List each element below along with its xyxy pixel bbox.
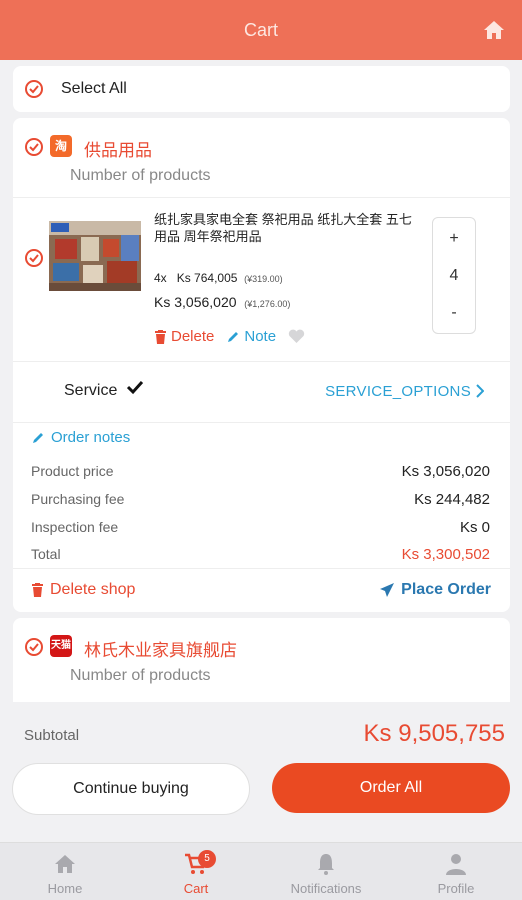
fee-label: Inspection fee	[31, 519, 119, 535]
service-label: Service	[64, 382, 118, 399]
check-circle-icon[interactable]	[24, 637, 44, 657]
shop-header: 淘 供品用品 Number of products	[13, 118, 510, 198]
item-total-price: Ks 3,056,020	[154, 294, 237, 310]
nav-home[interactable]: Home	[0, 843, 130, 900]
shop-name[interactable]: 供品用品	[84, 136, 152, 161]
nav-cart[interactable]: 5 Cart	[131, 843, 261, 900]
unit-price: Ks 764,005	[176, 271, 238, 285]
page-title: Cart	[243, 20, 278, 40]
shop-card: 天猫 林氏木业家具旗舰店 Number of products	[13, 618, 510, 702]
delete-shop-label: Delete shop	[50, 581, 136, 598]
decrement-button[interactable]: -	[433, 304, 475, 322]
product-name[interactable]: 纸扎家具家电全套 祭祀用品 纸扎大全套 五七用品 周年祭祀用品	[154, 211, 424, 245]
shop-total-value: Ks 3,300,502	[401, 546, 490, 563]
nav-notifications[interactable]: Notifications	[261, 843, 391, 900]
fee-label: Product price	[31, 463, 114, 479]
shop-footer: Delete shop Place Order	[13, 568, 510, 612]
order-all-button[interactable]: Order All	[272, 763, 510, 813]
order-notes-button[interactable]: Order notes	[31, 429, 130, 446]
increment-button[interactable]: +	[433, 230, 475, 248]
service-options-link[interactable]: SERVICE_OPTIONS	[325, 383, 471, 400]
delete-label: Delete	[171, 328, 215, 345]
bell-icon	[318, 854, 334, 875]
product-thumbnail[interactable]	[49, 221, 141, 291]
service-row: Service SERVICE_OPTIONS	[13, 363, 510, 423]
note-button[interactable]: Note	[226, 328, 276, 345]
item-total-line: Ks 3,056,020 (¥1,276.00)	[154, 294, 290, 310]
heart-icon[interactable]	[288, 329, 305, 344]
cart-item: 纸扎家具家电全套 祭祀用品 纸扎大全套 五七用品 周年祭祀用品 4x Ks 76…	[13, 199, 510, 362]
delete-shop-button[interactable]: Delete shop	[31, 581, 135, 599]
place-order-button[interactable]: Place Order	[379, 581, 491, 599]
nav-profile[interactable]: Profile	[391, 843, 521, 900]
quantity-stepper: + 4 -	[432, 217, 476, 334]
check-circle-icon[interactable]	[24, 248, 44, 268]
shop-card: 淘 供品用品 Number of products 纸扎家具家电全套 祭祀用品 …	[13, 118, 510, 612]
pencil-icon	[228, 331, 239, 342]
item-total-cny: (¥1,276.00)	[244, 299, 291, 309]
person-icon	[446, 854, 466, 875]
fee-value: Ks 3,056,020	[401, 463, 490, 480]
fee-value: Ks 0	[459, 519, 490, 536]
nav-label: Notifications	[290, 881, 362, 896]
subtotal-value: Ks 9,505,755	[363, 720, 505, 747]
select-all-label: Select All	[61, 80, 127, 97]
chevron-right-icon[interactable]	[476, 384, 484, 398]
fee-label: Total	[31, 546, 61, 562]
nav-label: Home	[47, 881, 83, 896]
nav-label: Profile	[437, 881, 475, 896]
item-actions: Delete Note	[154, 328, 305, 345]
checkmark-icon	[126, 380, 144, 395]
subtotal-label: Subtotal	[24, 727, 80, 744]
nav-label: Cart	[183, 881, 209, 896]
tmall-badge-icon: 天猫	[50, 635, 72, 657]
trash-icon	[32, 583, 43, 597]
note-label: Note	[244, 328, 277, 345]
fee-label: Purchasing fee	[31, 491, 125, 507]
taobao-badge-icon: 淘	[50, 135, 72, 157]
cart-count-badge: 5	[198, 850, 216, 868]
check-circle-icon[interactable]	[24, 137, 44, 157]
pencil-icon	[33, 432, 43, 443]
select-all-row[interactable]: Select All	[13, 66, 510, 112]
home-icon	[55, 855, 75, 873]
app-header: Cart	[0, 0, 522, 60]
quantity-value: 4	[449, 267, 459, 284]
fee-value: Ks 244,482	[414, 491, 490, 508]
bottom-nav: Home 5 Cart Notifications Profile	[0, 842, 522, 900]
send-icon	[380, 583, 395, 597]
unit-price-line: 4x Ks 764,005 (¥319.00)	[154, 271, 283, 285]
delete-item-button[interactable]: Delete	[154, 328, 214, 345]
place-order-label: Place Order	[401, 581, 491, 598]
continue-buying-button[interactable]: Continue buying	[12, 763, 250, 815]
product-count-label: Number of products	[70, 667, 211, 684]
home-icon[interactable]	[482, 18, 506, 42]
cart-summary: Subtotal Ks 9,505,755 Continue buying Or…	[0, 702, 522, 842]
trash-icon	[155, 329, 166, 344]
order-notes-label: Order notes	[51, 429, 131, 446]
product-count-label: Number of products	[70, 167, 211, 184]
unit-price-cny: (¥319.00)	[244, 274, 283, 284]
check-circle-icon[interactable]	[24, 79, 44, 99]
quantity-multiplier: 4x	[154, 271, 167, 285]
shop-name[interactable]: 林氏木业家具旗舰店	[84, 636, 237, 661]
